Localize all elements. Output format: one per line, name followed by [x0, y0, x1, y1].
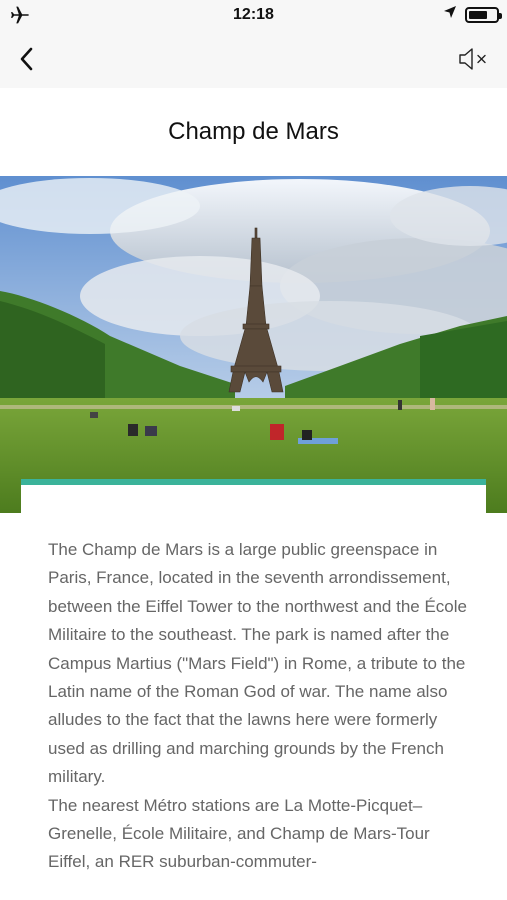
status-time: 12:18 [233, 6, 274, 23]
location-arrow-icon [443, 5, 457, 24]
page-title: Champ de Mars [0, 88, 507, 176]
navigation-bar [0, 30, 507, 88]
airplane-icon [8, 4, 30, 26]
battery-fill [469, 10, 488, 19]
chevron-left-icon [20, 47, 33, 71]
description-paragraph-2: The nearest Métro stations are La Motte-… [48, 795, 430, 872]
description-text: The Champ de Mars is a large public gree… [48, 536, 468, 877]
battery-icon [465, 6, 502, 23]
status-right-icons [443, 5, 502, 24]
back-button[interactable] [16, 40, 56, 78]
mute-button[interactable] [447, 42, 491, 76]
description-paragraph-1: The Champ de Mars is a large public gree… [48, 540, 467, 787]
content-card-top [21, 485, 486, 513]
hero-image [0, 176, 507, 513]
status-bar: 12:18 [0, 0, 507, 30]
speaker-muted-icon [459, 48, 486, 70]
eiffel-tower-photo [0, 176, 507, 513]
